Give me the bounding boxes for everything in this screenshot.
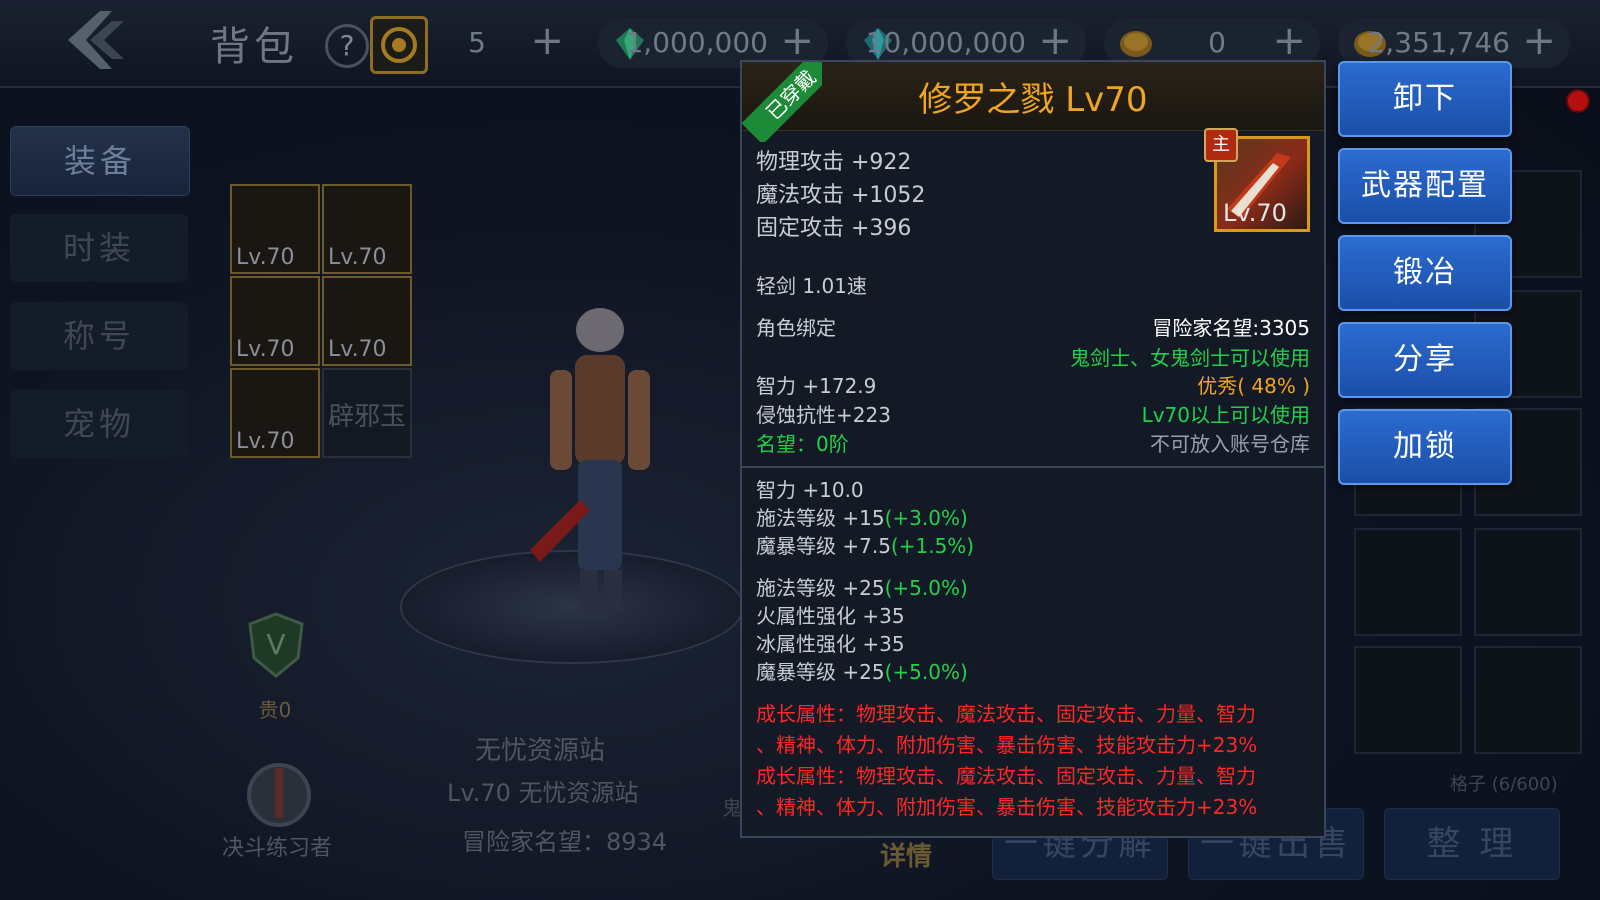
notification-dot [1566,89,1590,113]
item-icon-level: Lv.70 [1223,199,1287,227]
inventory-slot[interactable] [1354,646,1462,754]
weapon-config-button[interactable]: 武器配置 [1338,148,1512,224]
page-title: 背包 [210,24,298,70]
coin-slot-icon[interactable] [370,16,428,74]
extra-stat-pct: (+3.0%) [884,506,968,530]
character-reputation: 冒险家名望：8934 [462,828,668,856]
growth-attribute: 、精神、体力、附加伤害、暴击伤害、技能攻击力+23% [756,795,1258,819]
character-sprite[interactable] [520,300,680,630]
inventory-slot[interactable] [1474,528,1582,636]
add-currency-button[interactable]: + [1522,16,1556,66]
tab-pet[interactable]: 宠物 [10,390,188,458]
stat-erosion-resist: 侵蚀抗性+223 [756,403,891,427]
growth-attribute: 成长属性：物理攻击、魔法攻击、固定攻击、力量、智力 [756,764,1256,788]
worn-ribbon-label: 已穿戴 [742,62,822,142]
extra-stat-text: 施法等级 +15 [756,506,885,530]
gold-coin-icon [1120,31,1152,57]
stat-magic-attack: 魔法攻击 +1052 [756,183,926,208]
inventory-count: 格子 (6/600) [1450,774,1558,795]
tab-title[interactable]: 称号 [10,302,188,370]
currency-slot-0: 5 + [430,18,590,68]
inventory-slot[interactable] [1354,528,1462,636]
extra-stat-text: 魔暴等级 +7.5 [756,534,891,558]
equipment-slot[interactable]: Lv.70 [322,184,412,274]
extra-stat-pct: (+1.5%) [890,534,975,558]
help-icon[interactable]: ? [325,24,369,68]
extra-stat: 火属性强化 +35 [756,600,905,629]
guild-name: 无忧资源站 [475,736,606,766]
tab-equipment[interactable]: 装备 [10,126,190,196]
tooltip-header: 修罗之戮 Lv70 [742,62,1324,131]
extra-stat-text: 施法等级 +25 [756,576,885,600]
noble-badge[interactable]: 贵0 [230,690,320,730]
svg-text:V: V [266,628,285,661]
growth-attribute: 成长属性：物理攻击、魔法攻击、固定攻击、力量、智力 [756,702,1256,726]
slot-label: 辟邪玉 [327,402,406,432]
storage-restriction: 不可放入账号仓库 [1150,432,1310,456]
stat-fixed-attack: 固定攻击 +396 [756,216,912,241]
duel-rank-icon[interactable] [236,760,322,830]
main-weapon-badge: 主 [1204,128,1238,162]
stat-intelligence: 智力 +172.9 [756,374,877,398]
slot-level: Lv.70 [236,429,295,454]
lock-button[interactable]: 加锁 [1338,409,1512,485]
share-button[interactable]: 分享 [1338,322,1512,398]
item-quality: 优秀( 48% ) [1197,374,1310,398]
extra-stat-text: 冰属性强化 +35 [756,632,905,656]
tab-fashion[interactable]: 时装 [10,214,188,282]
tooltip-divider [742,466,1324,468]
vip-badge-icon[interactable]: V [246,612,306,678]
inventory-slot[interactable] [1474,646,1582,754]
character-level-name: Lv.70 无忧资源站 [447,779,639,807]
add-currency-button[interactable]: + [1272,16,1306,66]
extra-stat-text: 智力 +10.0 [756,478,864,502]
slot-level: Lv.70 [328,337,387,362]
extra-stat: 魔暴等级 +25(+5.0%) [756,656,968,685]
equipment-slot[interactable]: Lv.70 [230,368,320,458]
equipment-slot[interactable]: Lv.70 [230,184,320,274]
extra-stat-pct: (+5.0%) [884,576,968,600]
extra-stat: 魔暴等级 +7.5(+1.5%) [756,530,974,559]
equipment-slot[interactable]: Lv.70 [230,276,320,366]
add-currency-button[interactable]: + [1038,16,1072,66]
back-arrow-icon[interactable] [60,5,140,75]
bind-type: 角色绑定 [756,316,836,340]
worn-ribbon: 已穿戴 [742,62,822,142]
extra-stat-text: 魔暴等级 +25 [756,660,885,684]
add-currency-button[interactable]: + [530,16,564,66]
stat-physical-attack: 物理攻击 +922 [756,150,912,175]
duel-rank-label: 决斗练习者 [222,836,333,861]
extra-stat-text: 火属性强化 +35 [756,604,905,628]
extra-stat: 施法等级 +15(+3.0%) [756,502,968,531]
equipment-slot[interactable]: Lv.70 [322,276,412,366]
currency-value: 5 [468,26,486,59]
slot-level: Lv.70 [328,245,387,270]
item-title: 修罗之戮 Lv70 [918,80,1148,120]
add-currency-button[interactable]: + [780,16,814,66]
adventurer-reputation: 冒险家名望:3305 [1152,316,1310,340]
item-tooltip: 修罗之戮 Lv70 已穿戴 Lv.70 主 物理攻击 +922 魔法攻击 +10… [740,60,1326,838]
forge-button[interactable]: 锻冶 [1338,235,1512,311]
amulet-slot[interactable]: 辟邪玉 [322,368,412,458]
detail-button[interactable]: 详情 [880,836,932,873]
fame-tier: 名望：0阶 [756,432,849,456]
extra-stat: 智力 +10.0 [756,474,864,503]
slot-level: Lv.70 [236,245,295,270]
growth-attribute: 、精神、体力、附加伤害、暴击伤害、技能攻击力+23% [756,733,1258,757]
extra-stat-pct: (+5.0%) [884,660,968,684]
slot-level: Lv.70 [236,337,295,362]
unequip-button[interactable]: 卸下 [1338,61,1512,137]
sort-button[interactable]: 整 理 [1384,808,1560,880]
extra-stat: 冰属性强化 +35 [756,628,905,657]
usable-class: 鬼剑士、女鬼剑士可以使用 [1070,346,1310,370]
weapon-type: 轻剑 1.01速 [756,274,867,298]
extra-stat: 施法等级 +25(+5.0%) [756,572,968,601]
class-label-partial: 鬼 [722,796,742,820]
level-requirement: Lv70以上可以使用 [1141,403,1310,427]
